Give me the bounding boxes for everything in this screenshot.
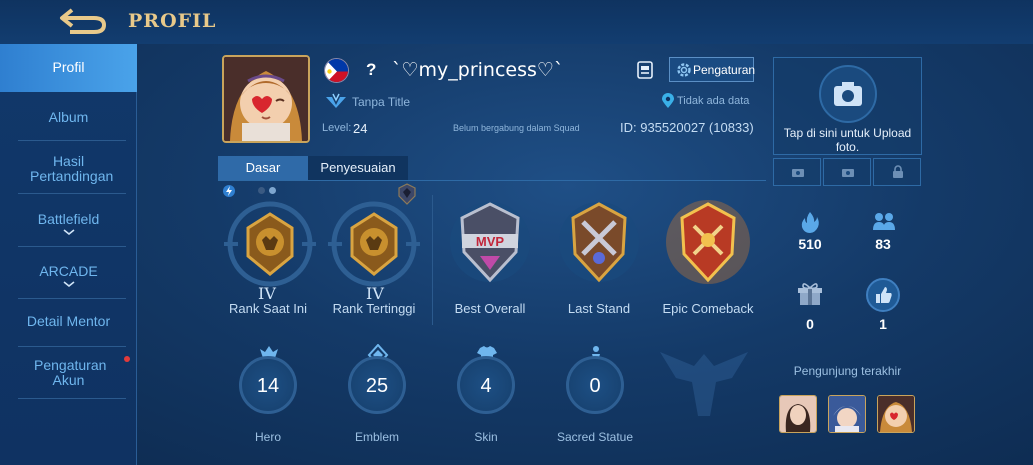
last-stand-medal-icon[interactable] xyxy=(553,196,645,288)
skin-count: 4 xyxy=(480,375,492,397)
photo-slot-1[interactable] xyxy=(773,158,821,186)
sidebar: Profil Album Hasil Pertandingan Battlefi… xyxy=(0,44,137,465)
sidebar-item-album[interactable]: Album xyxy=(0,110,137,125)
recent-visitors-title: Pengunjung terakhir xyxy=(793,364,902,378)
sidebar-item-pengaturan-akun[interactable]: Pengaturan Akun xyxy=(0,358,137,388)
location-text: Tidak ada data xyxy=(677,95,750,107)
visitor-photo-image xyxy=(780,396,816,432)
like-button[interactable] xyxy=(866,278,900,312)
sidebar-item-label: Pengaturan Akun xyxy=(34,357,107,388)
sidebar-item-hasil-pertandingan[interactable]: Hasil Pertandingan xyxy=(0,154,137,184)
player-title: Tanpa Title xyxy=(352,95,411,109)
sidebar-item-profil[interactable]: Profil xyxy=(0,44,137,92)
sidebar-divider xyxy=(18,398,126,399)
likes-count: 1 xyxy=(879,316,887,332)
upload-photo-text: Tap di sini untuk Upload foto. xyxy=(783,126,912,154)
settings-button-label: Pengaturan xyxy=(693,63,756,77)
title-badge-icon xyxy=(326,93,346,108)
rank-current-emblem-icon[interactable] xyxy=(222,196,318,292)
hidden-gender-indicator: ? xyxy=(366,60,377,79)
sidebar-item-arcade[interactable]: ARCADE xyxy=(0,264,137,287)
camera-small-icon xyxy=(842,169,854,177)
gift-icon[interactable] xyxy=(797,281,823,307)
tab-penyesuaian[interactable]: Penyesuaian xyxy=(308,156,408,180)
best-overall-medal-icon[interactable]: MVP xyxy=(444,196,536,288)
level-value: 24 xyxy=(353,121,368,136)
sidebar-item-detail-mentor[interactable]: Detail Mentor xyxy=(0,314,137,329)
squad-wing-emblem-icon xyxy=(660,352,748,416)
photo-slot-3[interactable] xyxy=(873,158,921,186)
sacred-statue-label: Sacred Statue xyxy=(556,430,634,444)
popularity-count: 510 xyxy=(798,236,822,252)
sidebar-divider xyxy=(18,193,126,194)
followers-icon[interactable] xyxy=(872,210,896,232)
settings-button[interactable]: Pengaturan xyxy=(669,57,756,82)
tab-label: Dasar xyxy=(245,160,281,175)
visitor-hero-image xyxy=(878,396,914,432)
sidebar-divider xyxy=(18,246,126,247)
popularity-flame-icon xyxy=(801,212,819,233)
notification-dot xyxy=(124,356,130,362)
tab-dasar[interactable]: Dasar xyxy=(218,156,308,180)
chevron-down-icon xyxy=(63,281,74,287)
thumbs-up-icon xyxy=(876,287,892,303)
tab-label: Penyesuaian xyxy=(320,160,396,175)
sidebar-divider xyxy=(18,140,126,141)
epic-comeback-label: Epic Comeback xyxy=(662,301,754,316)
emblem-count: 25 xyxy=(365,375,389,397)
chevron-down-icon xyxy=(63,229,74,235)
gifts-count: 0 xyxy=(806,316,814,332)
followers-count: 83 xyxy=(875,236,891,252)
sidebar-divider xyxy=(18,298,126,299)
page-dot xyxy=(269,187,276,194)
rank-highest-label: Rank Tertinggi xyxy=(332,301,416,316)
back-arrow-icon[interactable] xyxy=(58,6,108,36)
visitor-avatar[interactable] xyxy=(877,395,915,433)
username: `♡my_princess♡` xyxy=(392,59,564,81)
medal-divider xyxy=(432,195,433,325)
edit-card-icon[interactable] xyxy=(635,60,655,80)
sidebar-divider xyxy=(18,346,126,347)
svg-text:MVP: MVP xyxy=(476,234,505,249)
best-overall-label: Best Overall xyxy=(454,301,526,316)
sidebar-item-label: Profil xyxy=(52,59,85,75)
hero-portrait-image xyxy=(224,57,308,141)
player-id: ID: 935520027 (10833) xyxy=(620,120,754,135)
page-title: PROFIL xyxy=(128,10,217,32)
avatar[interactable] xyxy=(222,55,310,143)
visitor-avatar[interactable] xyxy=(828,395,866,433)
visitor-avatar[interactable] xyxy=(779,395,817,433)
sidebar-item-label: Battlefield xyxy=(37,211,100,227)
sidebar-item-label: Hasil Pertandingan xyxy=(30,153,114,184)
location-pin-icon xyxy=(662,93,674,108)
camera-small-icon xyxy=(792,169,804,177)
page-dot xyxy=(258,187,265,194)
tab-underline xyxy=(218,180,766,181)
top-bar: PROFIL xyxy=(0,0,1033,44)
epic-comeback-medal-icon[interactable] xyxy=(662,196,754,288)
photo-slot-2[interactable] xyxy=(823,158,871,186)
emblem-label: Emblem xyxy=(354,430,399,444)
sacred-statue-count: 0 xyxy=(589,375,601,397)
rank-current-label: Rank Saat Ini xyxy=(228,301,308,316)
hero-count: 14 xyxy=(256,375,280,397)
skin-label: Skin xyxy=(474,430,498,444)
visitor-hero-image xyxy=(829,396,865,432)
lock-icon xyxy=(893,165,903,178)
sidebar-item-label: Album xyxy=(48,109,89,125)
camera-icon xyxy=(819,65,877,123)
sidebar-item-battlefield[interactable]: Battlefield xyxy=(0,212,137,235)
philippines-flag-icon xyxy=(324,58,349,83)
last-stand-label: Last Stand xyxy=(567,301,631,316)
sidebar-item-label: Detail Mentor xyxy=(26,313,111,329)
hero-label: Hero xyxy=(254,430,281,444)
gear-icon xyxy=(677,63,691,77)
rank-highest-emblem-icon[interactable] xyxy=(326,196,422,292)
squad-status: Belum bergabung dalam Squad xyxy=(453,123,580,133)
sidebar-item-label: ARCADE xyxy=(39,263,98,279)
level-label: Level: xyxy=(322,122,352,134)
